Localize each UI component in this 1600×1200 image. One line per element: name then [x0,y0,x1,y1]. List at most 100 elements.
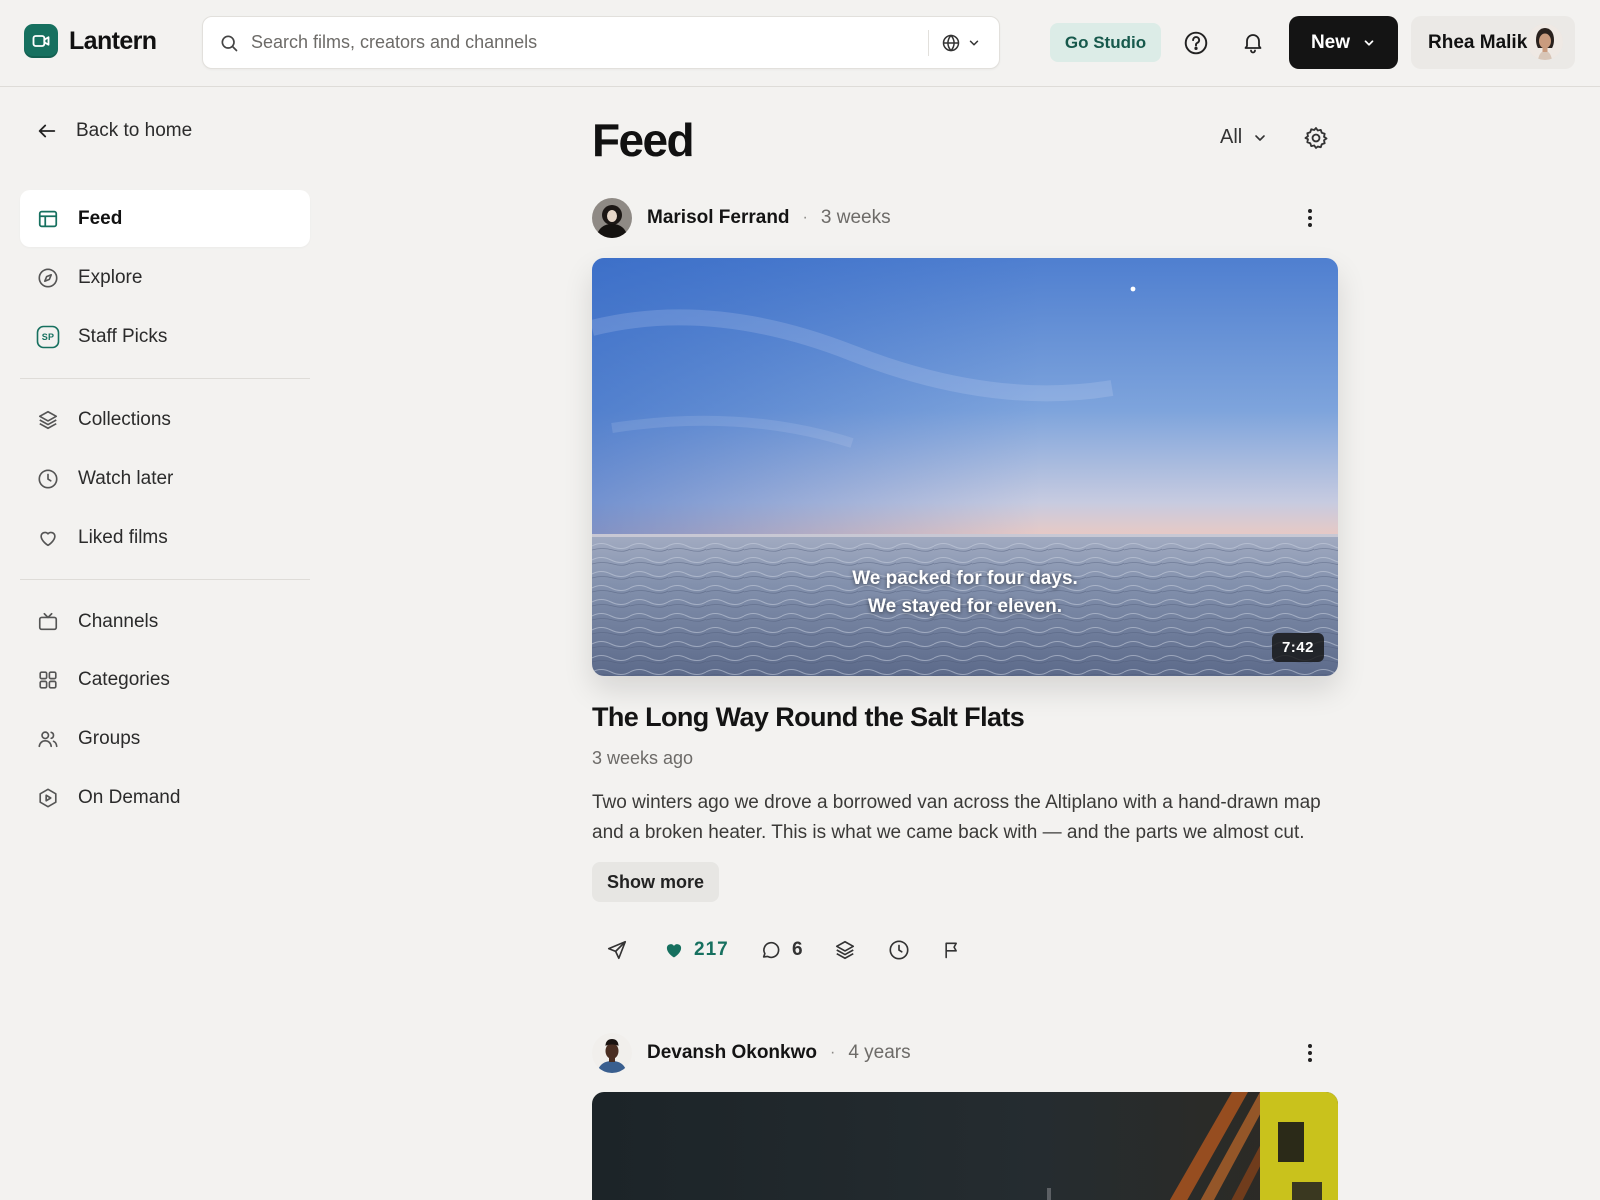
user-menu[interactable]: Rhea Malik [1411,16,1575,69]
post-header: Marisol Ferrand · 3 weeks [592,198,1332,238]
grid-icon [36,668,60,692]
layers-icon [36,408,60,432]
sidebar-item-label: On Demand [78,786,181,808]
sidebar-item-on-demand[interactable]: On Demand [20,769,310,826]
sidebar-item-label: Categories [78,668,170,690]
search-input[interactable] [251,17,928,68]
more-vertical-icon [1307,208,1313,228]
caption-line: We stayed for eleven. [868,596,1062,617]
globe-icon [941,33,961,53]
sidebar-item-feed[interactable]: Feed [20,190,310,247]
separator-dot: · [830,1044,836,1061]
user-avatar [1527,24,1563,60]
clock-icon [36,467,60,491]
separator-dot: · [802,209,808,226]
play-badge-icon [36,786,60,810]
language-selector[interactable] [929,17,999,68]
users-icon [36,727,60,751]
sidebar-item-label: Channels [78,610,159,632]
page-title: Feed [592,114,695,166]
post-age: 4 years [848,1042,911,1063]
search-icon [219,33,239,53]
post-menu-button[interactable] [1294,202,1326,234]
gear-icon [1303,125,1329,151]
sidebar-item-channels[interactable]: Channels [20,593,310,650]
sidebar-item-categories[interactable]: Categories [20,651,310,708]
post-date: 3 weeks ago [592,748,694,768]
send-icon [606,939,628,961]
feed-filter-select[interactable]: All [1220,126,1268,149]
post-age: 3 weeks [820,207,891,228]
sidebar-item-liked-films[interactable]: Liked films [20,509,310,566]
like-count: 217 [694,939,729,960]
feed-settings-button[interactable] [1296,118,1336,158]
back-to-home-label: Back to home [76,120,193,141]
author-name[interactable]: Marisol Ferrand [647,207,790,229]
feed-filter-value: All [1220,126,1243,148]
sidebar-item-staff-picks[interactable]: SP Staff Picks [20,308,310,365]
sidebar-item-label: Liked films [78,526,168,548]
comment-button[interactable]: 6 [760,930,803,970]
layers-icon [834,939,856,961]
staff-picks-badge: SP [41,331,55,342]
author-avatar[interactable] [592,1033,632,1073]
sidebar-item-collections[interactable]: Collections [20,391,310,448]
video-player[interactable] [592,1092,1338,1200]
sidebar-item-watch-later[interactable]: Watch later [20,450,310,507]
duration-badge: 7:42 [1271,633,1324,662]
like-button[interactable]: 217 [664,930,729,970]
heart-icon [36,526,60,550]
notifications-button[interactable] [1233,22,1273,62]
sidebar-item-label: Explore [78,266,143,288]
sidebar-item-label: Staff Picks [78,325,168,347]
compass-icon [36,266,60,290]
app-name: Lantern [69,26,157,55]
help-circle-icon [1183,30,1209,56]
staff-picks-icon: SP [36,325,60,349]
chevron-down-icon [967,36,981,50]
show-more-button[interactable]: Show more [592,862,720,902]
add-to-collection-button[interactable] [834,930,856,970]
arrow-left-icon [36,120,58,142]
sidebar-item-label: Groups [78,727,141,749]
video-caption: We packed for four days. We stayed for e… [592,565,1338,621]
author-avatar[interactable] [592,198,632,238]
top-bar: Lantern Go Studio [0,0,1600,87]
app-logo[interactable]: Lantern [24,24,157,58]
tv-icon [36,610,60,634]
post-header: Devansh Okonkwo · 4 years [592,1033,1332,1073]
author-name[interactable]: Devansh Okonkwo [647,1042,817,1064]
comment-count: 6 [792,939,803,960]
heart-filled-icon [664,940,684,960]
bell-icon [1241,30,1265,54]
sidebar-item-explore[interactable]: Explore [20,249,310,306]
sidebar-item-groups[interactable]: Groups [20,710,310,767]
video-title[interactable]: The Long Way Round the Salt Flats [592,702,1025,733]
user-name: Rhea Malik [1428,31,1528,53]
feed-icon [36,207,60,231]
chevron-down-icon [1362,36,1376,50]
new-button-label: New [1310,31,1351,53]
report-button[interactable] [942,930,962,970]
flag-icon [942,940,962,960]
more-vertical-icon [1307,1043,1313,1063]
new-button[interactable]: New [1289,16,1398,69]
sidebar-divider [20,378,310,379]
watch-later-button[interactable] [888,930,910,970]
video-player[interactable]: We packed for four days. We stayed for e… [592,258,1338,676]
caption-line: We packed for four days. [852,568,1078,589]
back-to-home-link[interactable]: Back to home [36,120,192,142]
help-button[interactable] [1176,23,1216,63]
go-studio-button[interactable]: Go Studio [1050,23,1161,62]
post-menu-button[interactable] [1294,1037,1326,1069]
sidebar-item-label: Feed [78,207,123,229]
logo-camera-icon [24,24,58,58]
search-bar [202,16,1000,69]
chevron-down-icon [1252,130,1268,146]
clock-icon [888,939,910,961]
share-button[interactable] [606,930,628,970]
comment-icon [760,939,782,961]
video-thumbnail [592,1092,1338,1200]
video-description: Two winters ago we drove a borrowed van … [592,792,1321,843]
sidebar-item-label: Collections [78,408,171,430]
